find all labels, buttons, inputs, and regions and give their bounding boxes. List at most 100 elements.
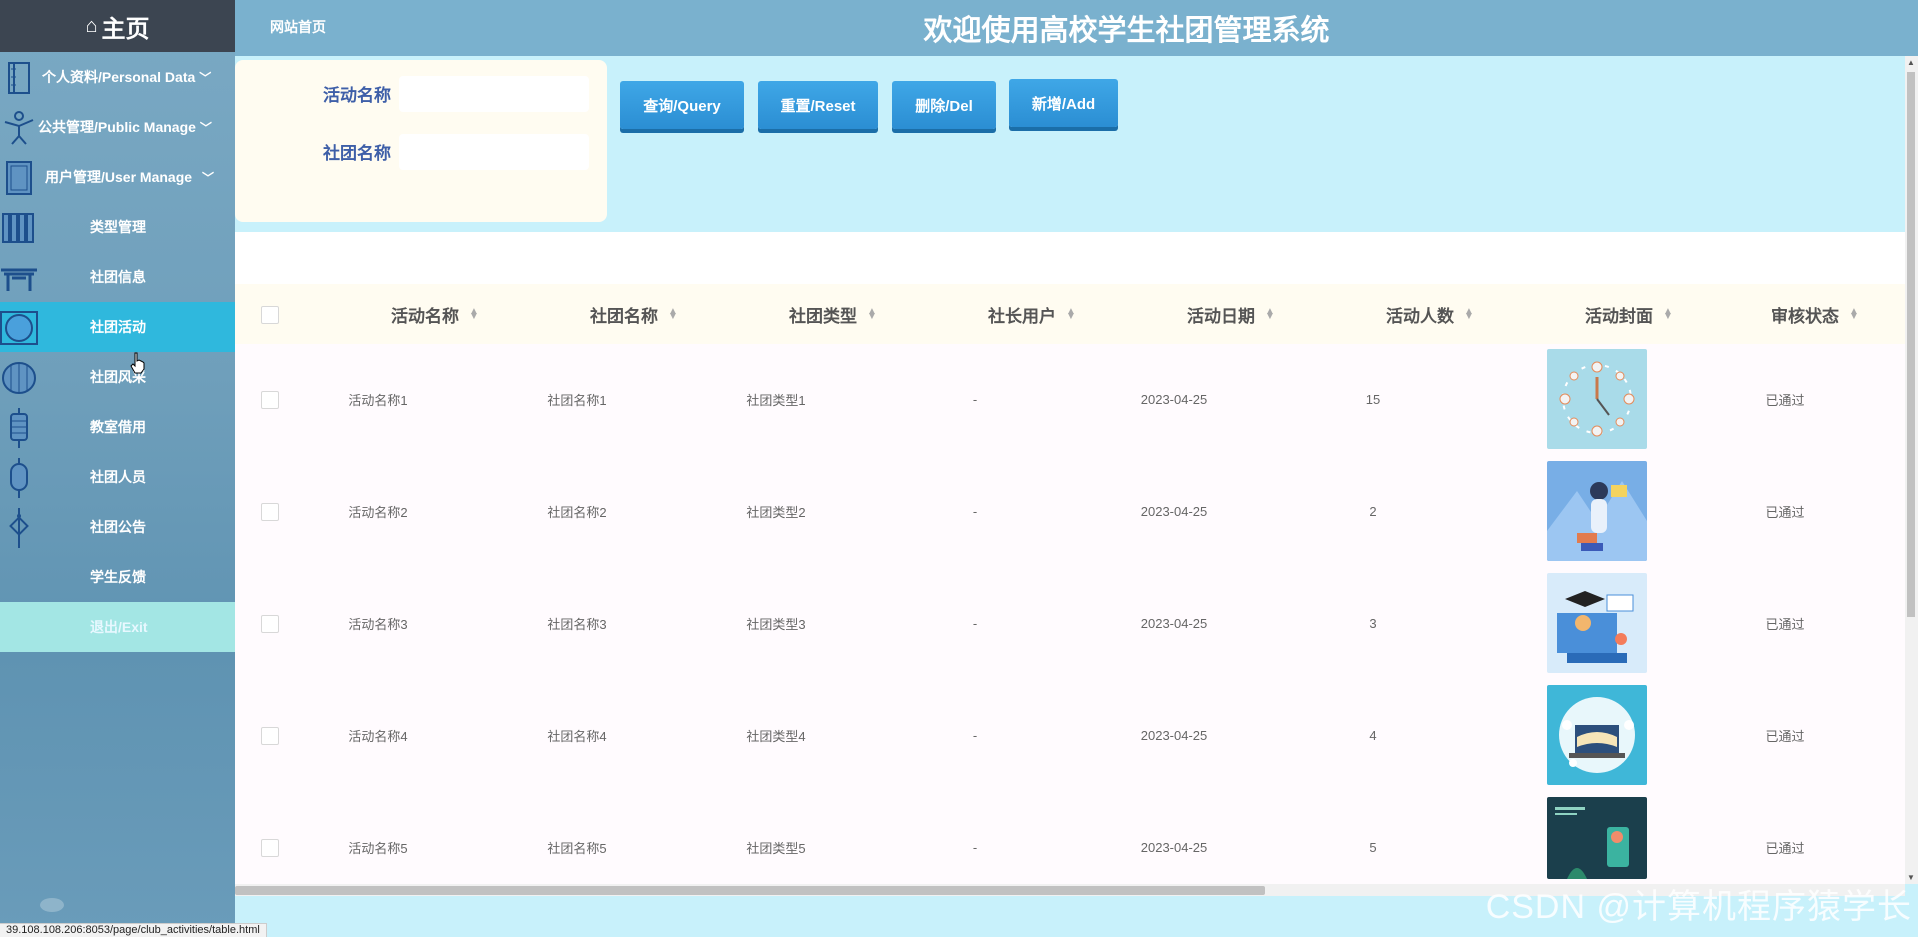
status-bar-url: 39.108.108.206:8053/page/club_activities… (0, 923, 267, 937)
decorative-bubble (40, 898, 64, 912)
menu-label: 个人资料/Personal Data (42, 69, 196, 85)
activity-cover-image[interactable] (1547, 349, 1647, 449)
cell-date: 2023-04-25 (1140, 615, 1208, 631)
sort-icon: ▲ ▼ (1066, 306, 1076, 322)
menu-label: 公共管理/Public Manage (38, 119, 196, 135)
sort-icon: ▲ ▼ (1849, 306, 1859, 322)
door-icon (0, 160, 38, 196)
page-title: 欢迎使用高校学生社团管理系统 (923, 15, 1330, 47)
table-row[interactable]: 活动名称2 社团名称2 社团类型2 - 2023-04-25 2 已通过 (235, 461, 1905, 573)
sort-icon: ▲ ▼ (867, 306, 877, 322)
sidebar-item-label: 退出/Exit (90, 619, 148, 635)
sidebar-item-type-manage[interactable]: 类型管理 (0, 202, 235, 252)
cell-leader: - (972, 839, 978, 855)
archway-icon (0, 260, 38, 296)
chinese-knot-icon (0, 508, 38, 548)
sort-icon: ▲ ▼ (469, 306, 479, 322)
sidebar-item-label: 社团活动 (90, 319, 146, 335)
sort-icon: ▲ ▼ (1663, 306, 1673, 322)
club-name-input[interactable] (399, 134, 589, 170)
column-header[interactable]: 活动名称 ▲ ▼ (355, 284, 515, 344)
column-header[interactable]: 审核状态 ▲ ▼ (1735, 284, 1895, 344)
menu-personal-data[interactable]: 个人资料/Personal Data ﹀ (0, 52, 235, 102)
scrollbar-thumb[interactable] (1907, 72, 1915, 617)
scroll-up-icon[interactable]: ▲ (1907, 58, 1915, 67)
row-checkbox[interactable] (261, 727, 279, 745)
cell-count: 2 (1369, 503, 1377, 519)
cell-club-name: 社团名称3 (547, 616, 607, 632)
column-header[interactable]: 社长用户 ▲ ▼ (952, 284, 1112, 344)
cell-date: 2023-04-25 (1140, 727, 1208, 743)
cell-club-type: 社团类型3 (746, 616, 806, 632)
cell-club-type: 社团类型2 (746, 504, 806, 520)
row-checkbox[interactable] (261, 615, 279, 633)
cell-leader: - (972, 503, 978, 519)
sidebar-item-club-members[interactable]: 社团人员 (0, 452, 235, 502)
cell-count: 5 (1369, 839, 1377, 855)
activity-cover-image[interactable] (1547, 461, 1647, 561)
sidebar-item-label: 教室借用 (90, 419, 146, 435)
row-checkbox[interactable] (261, 839, 279, 857)
cell-count: 4 (1369, 727, 1377, 743)
cell-club-name: 社团名称1 (547, 392, 607, 408)
activity-name-input[interactable] (399, 76, 589, 112)
table-row[interactable]: 活动名称3 社团名称3 社团类型3 - 2023-04-25 3 已通过 (235, 573, 1905, 685)
delete-button[interactable]: 删除/Del (892, 81, 996, 129)
row-checkbox[interactable] (261, 391, 279, 409)
search-panel: 活动名称 社团名称 (235, 60, 607, 222)
sidebar-item-club-activities[interactable]: 社团活动 (0, 302, 235, 352)
sidebar-item-exit[interactable]: 退出/Exit (0, 602, 235, 652)
column-header[interactable]: 活动人数 ▲ ▼ (1350, 284, 1510, 344)
menu-label: 用户管理/User Manage (45, 169, 193, 185)
cell-count: 3 (1369, 615, 1377, 631)
activity-cover-image[interactable] (1547, 573, 1647, 673)
cell-date: 2023-04-25 (1140, 391, 1208, 407)
table-row[interactable]: 活动名称1 社团名称1 社团类型1 - 2023-04-25 15 已通过 (235, 349, 1905, 461)
column-header[interactable]: 社团类型 ▲ ▼ (753, 284, 913, 344)
cell-activity-name: 活动名称3 (348, 616, 408, 632)
sidebar-item-club-notice[interactable]: 社团公告 (0, 502, 235, 552)
cell-status: 已通过 (1765, 392, 1805, 408)
cell-leader: - (972, 615, 978, 631)
cell-club-type: 社团类型5 (746, 840, 806, 856)
activity-cover-image[interactable] (1547, 797, 1647, 879)
cell-date: 2023-04-25 (1140, 839, 1208, 855)
hanging-lantern-icon (0, 408, 38, 448)
sidebar-item-student-feedback[interactable]: 学生反馈 (0, 552, 235, 602)
cell-club-name: 社团名称4 (547, 728, 607, 744)
lantern-icon (0, 360, 38, 396)
column-header[interactable]: 活动封面 ▲ ▼ (1549, 284, 1709, 344)
sidebar-item-club-info[interactable]: 社团信息 (0, 252, 235, 302)
cell-activity-name: 活动名称2 (348, 504, 408, 520)
add-button[interactable]: 新增/Add (1009, 79, 1118, 127)
menu-public-manage[interactable]: 公共管理/Public Manage ﹀ (0, 102, 235, 152)
cell-status: 已通过 (1765, 616, 1805, 632)
column-header[interactable]: 社团名称 ▲ ▼ (554, 284, 714, 344)
cell-club-name: 社团名称5 (547, 840, 607, 856)
row-checkbox[interactable] (261, 503, 279, 521)
chevron-down-icon: ﹀ (202, 170, 215, 185)
small-lantern-icon (0, 458, 38, 498)
select-all-checkbox[interactable] (261, 306, 279, 324)
scrollbar-thumb[interactable] (235, 886, 1265, 895)
activity-cover-image[interactable] (1547, 685, 1647, 785)
sidebar-item-classroom-borrow[interactable]: 教室借用 (0, 402, 235, 452)
reset-button[interactable]: 重置/Reset (758, 81, 878, 129)
table-header: 活动名称 ▲ ▼ 社团名称 ▲ ▼ 社团类型 ▲ ▼ 社长用户 ▲ ▼ 活动日期 ▲ ▼ 活动人数 ▲… (235, 284, 1905, 344)
sidebar-item-club-style[interactable]: 社团风采 (0, 352, 235, 402)
vertical-scrollbar[interactable]: ▲ ▼ (1905, 56, 1918, 884)
sidebar-item-label: 类型管理 (90, 219, 146, 235)
book-icon (0, 60, 38, 96)
home-link[interactable]: ⌂ 主页 (0, 0, 235, 52)
bamboo-scroll-icon (0, 210, 38, 246)
round-window-icon (0, 310, 38, 346)
chevron-down-icon: ﹀ (199, 70, 212, 85)
sort-icon: ▲ ▼ (1464, 306, 1474, 322)
cell-activity-name: 活动名称1 (348, 392, 408, 408)
table-row[interactable]: 活动名称4 社团名称4 社团类型4 - 2023-04-25 4 已通过 (235, 685, 1905, 797)
query-button[interactable]: 查询/Query (620, 81, 744, 129)
sidebar-item-label: 社团人员 (90, 469, 146, 485)
cell-club-type: 社团类型4 (746, 728, 806, 744)
menu-user-manage[interactable]: 用户管理/User Manage ﹀ (0, 152, 235, 202)
column-header[interactable]: 活动日期 ▲ ▼ (1151, 284, 1311, 344)
